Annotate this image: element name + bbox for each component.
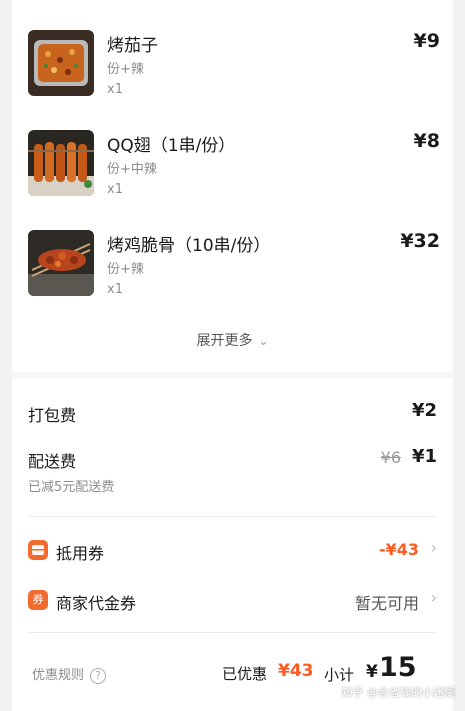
chevron-right-icon: › [430, 588, 437, 607]
coupon-label: 抵用券 [56, 544, 105, 563]
voucher-label: 商家代金券 [56, 594, 137, 613]
item-price: ¥9 [413, 30, 440, 52]
subtotal-currency: ¥ [366, 662, 378, 682]
divider [28, 632, 437, 633]
item-name: 烤鸡脆骨（10串/份） [107, 236, 271, 256]
item-price: ¥8 [413, 130, 440, 152]
item-quantity: x1 [107, 82, 123, 97]
section-divider [12, 372, 453, 378]
packing-fee-value: ¥2 [411, 400, 437, 421]
item-quantity: x1 [107, 182, 123, 197]
question-icon: ? [90, 668, 107, 684]
food-image [28, 130, 94, 196]
packing-fee-label: 打包费 [28, 406, 77, 425]
voucher-value: 暂无可用 [354, 594, 419, 613]
delivery-fee-note: 已减5元配送费 [28, 480, 115, 495]
order-item[interactable]: QQ翅（1串/份） 份+中辣 x1 ¥8 [28, 130, 440, 197]
item-price: ¥32 [400, 230, 440, 252]
voucher-icon: 券 [28, 590, 48, 610]
expand-more-label: 展开更多 [196, 333, 253, 349]
item-quantity: x1 [107, 282, 123, 297]
item-spec: 份+中辣 [107, 162, 157, 177]
saved-value: ¥43 [278, 661, 314, 681]
expand-more-button[interactable]: 展开更多 ⌄ [12, 330, 453, 350]
chevron-down-icon: ⌄ [258, 334, 269, 348]
delivery-fee-original: ¥6 [380, 448, 401, 467]
chevron-right-icon: › [430, 538, 437, 557]
item-spec: 份+辣 [107, 262, 144, 277]
item-name: QQ翅（1串/份） [107, 136, 236, 156]
watermark: 知乎 @会省钱的小迷糊 [341, 686, 456, 699]
order-item[interactable]: 烤鸡脆骨（10串/份） 份+辣 x1 ¥32 [28, 230, 440, 297]
item-spec: 份+辣 [107, 62, 144, 77]
coupon-icon [28, 540, 48, 560]
order-item[interactable]: 烤茄子 份+辣 x1 ¥9 [28, 30, 440, 97]
divider [28, 516, 437, 517]
coupon-value: -¥43 [378, 540, 419, 559]
food-image [28, 30, 94, 96]
delivery-fee-label: 配送费 [28, 452, 77, 471]
food-image [28, 230, 94, 296]
order-card: 烤茄子 份+辣 x1 ¥9 QQ翅（1串/份） 份+中辣 x1 ¥8 烤鸡脆骨（… [12, 0, 453, 711]
item-name: 烤茄子 [107, 36, 158, 56]
discount-rules-label: 优惠规则 [32, 668, 85, 683]
delivery-fee-value: ¥1 [411, 446, 437, 467]
subtotal-value: 15 [379, 652, 417, 683]
subtotal-label: 小计 [324, 666, 355, 684]
discount-rules-link[interactable]: 优惠规则? [32, 664, 107, 684]
saved-label: 已优惠 [222, 665, 268, 683]
